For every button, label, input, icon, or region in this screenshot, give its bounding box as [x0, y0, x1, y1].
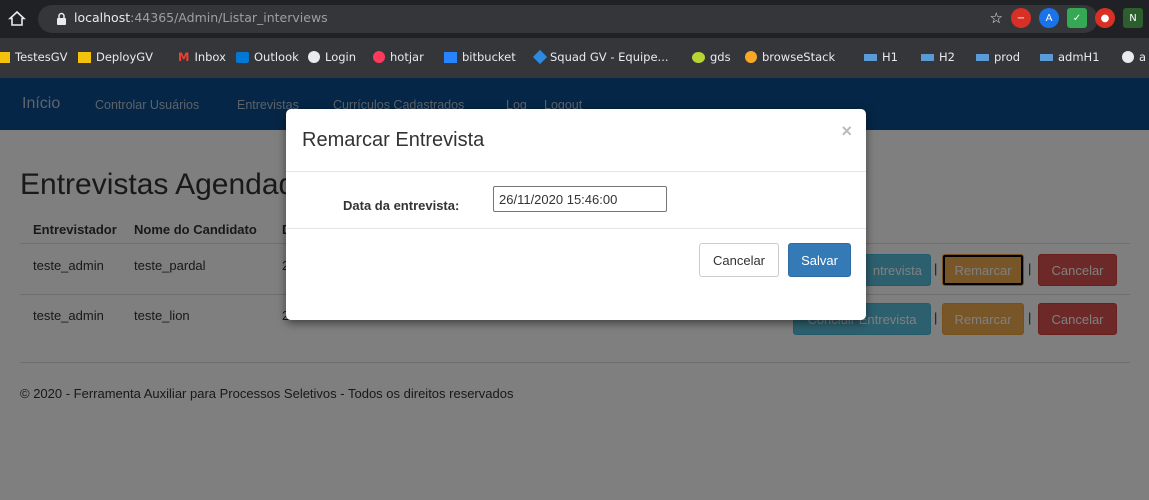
bookmark-icon	[1040, 53, 1053, 61]
bookmark-admh1[interactable]: admH1	[1040, 50, 1100, 64]
save-button[interactable]: Salvar	[788, 243, 851, 277]
bookmark-icon	[921, 53, 934, 61]
browser-toolbar: localhost:44365/Admin/Listar_interviews …	[0, 0, 1149, 38]
date-field-label: Data da entrevista:	[343, 198, 460, 213]
url-text[interactable]: localhost:44365/Admin/Listar_interviews	[74, 10, 328, 25]
browserstack-icon	[745, 51, 757, 63]
lock-icon	[56, 12, 67, 28]
bookmark-a[interactable]: a	[1122, 50, 1146, 64]
bookmark-inbox[interactable]: M Inbox	[178, 50, 226, 64]
outlook-icon	[236, 51, 249, 63]
bookmark-prod[interactable]: prod	[976, 50, 1020, 64]
modal-title: Remarcar Entrevista	[302, 129, 485, 151]
bookmark-h1[interactable]: H1	[864, 50, 898, 64]
bookmark-gds[interactable]: gds	[692, 50, 731, 64]
bookmark-login[interactable]: Login	[308, 50, 356, 64]
folder-icon	[0, 51, 10, 63]
globe-icon	[1122, 51, 1134, 63]
bookmark-bitbucket[interactable]: bitbucket	[444, 50, 516, 64]
hotjar-icon	[373, 51, 385, 63]
bookmark-squad-gv[interactable]: Squad GV - Equipe...	[532, 49, 669, 65]
bookmark-icon	[976, 53, 989, 61]
folder-icon	[78, 51, 91, 63]
check-extension-icon[interactable]: ✓	[1067, 8, 1087, 28]
stop-extension-icon[interactable]: −	[1011, 8, 1031, 28]
bookmark-deploygv[interactable]: DeployGV	[78, 50, 153, 64]
date-field[interactable]	[493, 186, 667, 212]
record-extension-icon[interactable]: ●	[1095, 8, 1115, 28]
bookmark-hotjar[interactable]: hotjar	[373, 50, 424, 64]
globe-icon	[308, 51, 320, 63]
bookmark-testesgv[interactable]: TestesGV	[0, 50, 68, 64]
extensions: ☆ − A ✓ ● N	[990, 8, 1143, 28]
bookmark-browsestack[interactable]: browseStack	[745, 50, 835, 64]
gmail-icon: M	[178, 50, 190, 64]
bookmark-h2[interactable]: H2	[921, 50, 955, 64]
diamond-icon	[532, 49, 548, 65]
star-icon[interactable]: ☆	[990, 9, 1003, 27]
leaf-icon	[692, 51, 705, 63]
n-extension-icon[interactable]: N	[1123, 8, 1143, 28]
home-icon[interactable]	[6, 8, 28, 30]
bookmark-outlook[interactable]: Outlook	[236, 50, 299, 64]
bitbucket-icon	[444, 51, 457, 63]
reschedule-modal: Remarcar Entrevista × Data da entrevista…	[286, 109, 866, 320]
a-extension-icon[interactable]: A	[1039, 8, 1059, 28]
bookmarks-bar: TestesGV DeployGV M Inbox Outlook Login h…	[0, 38, 1149, 78]
modal-header: Remarcar Entrevista ×	[286, 109, 866, 172]
bookmark-icon	[864, 53, 877, 61]
modal-cancel-button[interactable]: Cancelar	[699, 243, 779, 277]
modal-body: Data da entrevista:	[286, 172, 866, 229]
close-icon[interactable]: ×	[841, 121, 852, 142]
